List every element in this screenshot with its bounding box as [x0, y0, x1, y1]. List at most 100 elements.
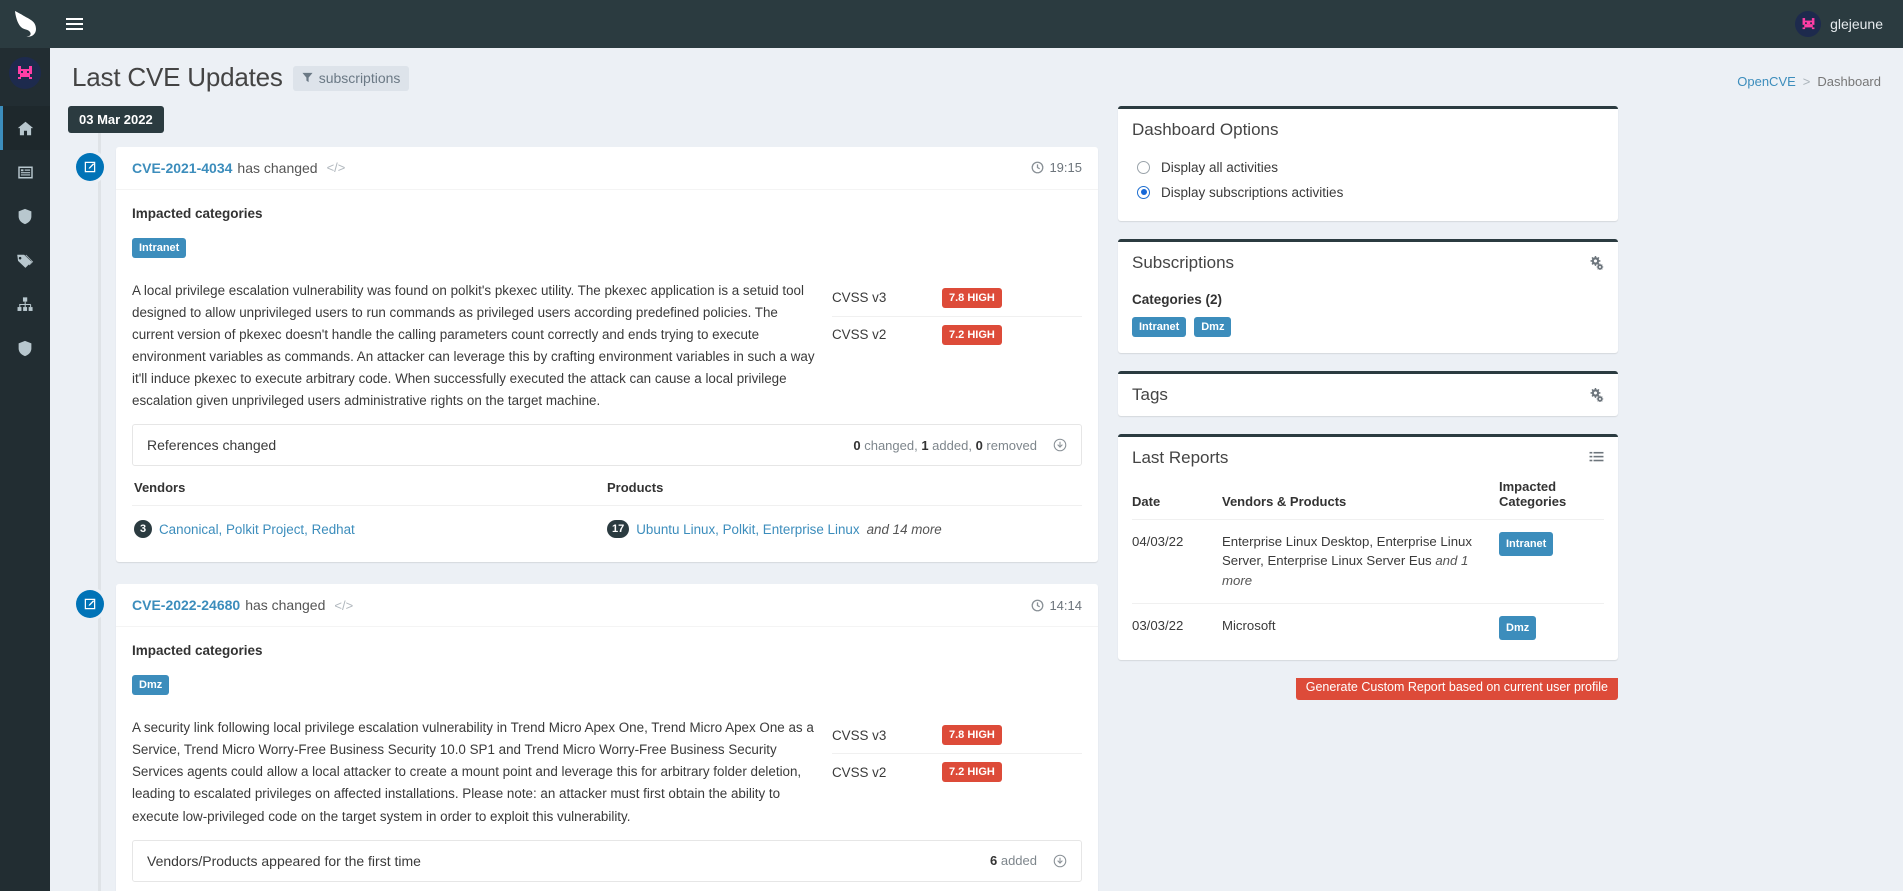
code-brackets-icon[interactable]: </>: [327, 160, 346, 175]
breadcrumb-separator: >: [1802, 74, 1811, 89]
user-menu[interactable]: glejeune: [1795, 11, 1903, 37]
generate-custom-report-button[interactable]: Generate Custom Report based on current …: [1295, 678, 1618, 701]
products-count: 17: [607, 520, 630, 539]
sidebar-item-organizations[interactable]: [0, 282, 50, 326]
radio-display-all-activities[interactable]: Display all activities: [1132, 155, 1604, 180]
arrow-circle-down-glyph: [1053, 438, 1067, 452]
tags-header: Tags: [1118, 374, 1618, 416]
cvss-table: CVSS v3 7.8 HIGH CVSS v2 7.2 HIGH: [832, 280, 1082, 413]
tags-title: Tags: [1132, 384, 1168, 404]
sidebar-item-reports[interactable]: [0, 326, 50, 370]
impacted-categories-title: Impacted categories: [132, 643, 263, 659]
last-reports-header: Last Reports: [1118, 437, 1618, 479]
tags-box: Tags: [1118, 370, 1618, 416]
sidebar-item-cves[interactable]: [0, 150, 50, 194]
arrow-circle-down-icon[interactable]: [1053, 438, 1067, 452]
vendors-links[interactable]: Canonical, Polkit Project, Redhat: [159, 522, 355, 537]
code-brackets-icon[interactable]: </>: [334, 598, 353, 613]
change-panel[interactable]: Vendors/Products appeared for the first …: [132, 839, 1082, 882]
radio-display-subscriptions-activities[interactable]: Display subscriptions activities: [1132, 180, 1604, 205]
cve-card-body: Impacted categories Intranet A local pri…: [116, 190, 1098, 563]
top-navbar: glejeune: [50, 0, 1903, 48]
category-badge[interactable]: Intranet: [1499, 531, 1554, 556]
cve-time: 14:14: [1031, 598, 1082, 613]
cvss-score-badge: 7.8 HIGH: [942, 287, 1002, 308]
cvss-score-badge: 7.2 HIGH: [942, 762, 1002, 783]
dashboard-options-header: Dashboard Options: [1118, 109, 1618, 151]
gears-icon[interactable]: [1589, 255, 1604, 270]
user-avatar-invader-icon: [1802, 18, 1815, 30]
category-badge[interactable]: Intranet: [132, 237, 187, 258]
shield-icon: [18, 208, 32, 224]
right-sidebar-column: Dashboard Options Display all activities…: [1118, 105, 1618, 701]
cvss-row: CVSS v2 7.2 HIGH: [832, 315, 1082, 353]
sidebar-item-vendors[interactable]: [0, 194, 50, 238]
impacted-categories-title: Impacted categories: [132, 205, 263, 221]
last-reports-body: Date Vendors & Products Impacted Categor…: [1118, 479, 1618, 661]
products-header: Products: [607, 480, 664, 496]
cve-time-value: 19:15: [1049, 160, 1082, 175]
sidebar-avatar[interactable]: [0, 48, 50, 98]
clock-icon: [1032, 161, 1044, 174]
timeline-date-label: 03 Mar 2022: [68, 105, 164, 133]
cve-card-header: CVE-2022-24680 has changed </> 14:14: [116, 584, 1098, 628]
last-reports-table: Date Vendors & Products Impacted Categor…: [1132, 479, 1604, 653]
user-avatar-invader-icon: [18, 66, 32, 79]
edit-square-glyph: [84, 598, 96, 610]
sidebar-nav: [0, 98, 50, 370]
category-badge[interactable]: Intranet: [1132, 316, 1187, 337]
arrow-circle-down-icon[interactable]: [1053, 854, 1067, 868]
dashboard-options-title: Dashboard Options: [1132, 119, 1279, 139]
products-links[interactable]: Ubuntu Linux, Polkit, Enterprise Linux: [636, 522, 859, 537]
cvss-row: CVSS v3 7.8 HIGH: [832, 280, 1082, 316]
home-icon: [17, 121, 33, 135]
app-logo[interactable]: [0, 0, 50, 48]
impacted-categories-list: Dmz: [132, 675, 1082, 696]
vendors-products-header: Vendors Products: [132, 466, 1082, 507]
change-panel[interactable]: References changed 0 changed, 1 added, 0…: [132, 424, 1082, 467]
radio-label: Display all activities: [1161, 159, 1279, 175]
timeline-item: CVE-2021-4034 has changed </> 19:15 Impa…: [76, 146, 1098, 563]
report-button-row: Generate Custom Report based on current …: [1118, 678, 1618, 701]
report-date[interactable]: 04/03/22: [1132, 518, 1222, 604]
radio-button-selected[interactable]: [1137, 185, 1150, 199]
cve-id-link[interactable]: CVE-2021-4034: [132, 160, 232, 176]
table-row[interactable]: 03/03/22 Microsoft Dmz: [1132, 602, 1604, 653]
app-root: glejeune Last CVE Updates subscriptions …: [0, 0, 1903, 891]
gears-icon[interactable]: [1589, 387, 1604, 402]
edit-square-icon: [76, 152, 104, 181]
gears-glyph: [1590, 387, 1604, 402]
report-category: Intranet: [1499, 518, 1604, 604]
subscriptions-categories-label: Categories (2): [1132, 291, 1223, 307]
last-reports-box: Last Reports Date Vendors & Products Imp…: [1118, 433, 1618, 661]
cve-card-body: Impacted categories Dmz A security link …: [116, 627, 1098, 891]
products-cell: 17 Ubuntu Linux, Polkit, Enterprise Linu…: [607, 520, 1080, 539]
breadcrumb-root[interactable]: OpenCVE: [1737, 74, 1796, 89]
change-panel-counts: 6 added: [990, 853, 1037, 868]
category-badge[interactable]: Dmz: [132, 675, 170, 696]
list-icon: [17, 166, 33, 178]
subscriptions-filter-pill[interactable]: subscriptions: [292, 65, 410, 91]
subscriptions-body: Categories (2) Intranet Dmz: [1118, 284, 1618, 353]
cvss-label: CVSS v3: [832, 727, 887, 743]
table-row[interactable]: 04/03/22 Enterprise Linux Desktop, Enter…: [1132, 518, 1604, 604]
category-badge[interactable]: Dmz: [1499, 615, 1537, 641]
change-panel-title: References changed: [147, 437, 277, 454]
sidebar-item-home[interactable]: [0, 106, 50, 150]
cve-card: CVE-2022-24680 has changed </> 14:14 Imp…: [116, 584, 1098, 891]
subscriptions-box: Subscriptions Categories (2) Intranet Dm…: [1118, 238, 1618, 353]
list-lines-glyph: [1589, 451, 1604, 462]
category-badge[interactable]: Dmz: [1194, 316, 1232, 337]
radio-button[interactable]: [1137, 160, 1150, 174]
arrow-circle-down-glyph: [1053, 854, 1067, 868]
col-date: Date: [1132, 493, 1161, 509]
cve-id-link[interactable]: CVE-2022-24680: [132, 597, 240, 613]
list-lines-icon[interactable]: [1589, 451, 1604, 464]
sidebar-item-tags[interactable]: [0, 238, 50, 282]
vendors-cell: 3 Canonical, Polkit Project, Redhat: [134, 520, 607, 539]
report-date[interactable]: 03/03/22: [1132, 602, 1222, 653]
icon-sidebar: [0, 0, 50, 891]
hamburger-menu-icon[interactable]: [50, 0, 98, 48]
activity-timeline: 03 Mar 2022 CVE-2021-4034 has changed </…: [68, 105, 1098, 891]
change-panel-title: Vendors/Products appeared for the first …: [147, 852, 421, 869]
